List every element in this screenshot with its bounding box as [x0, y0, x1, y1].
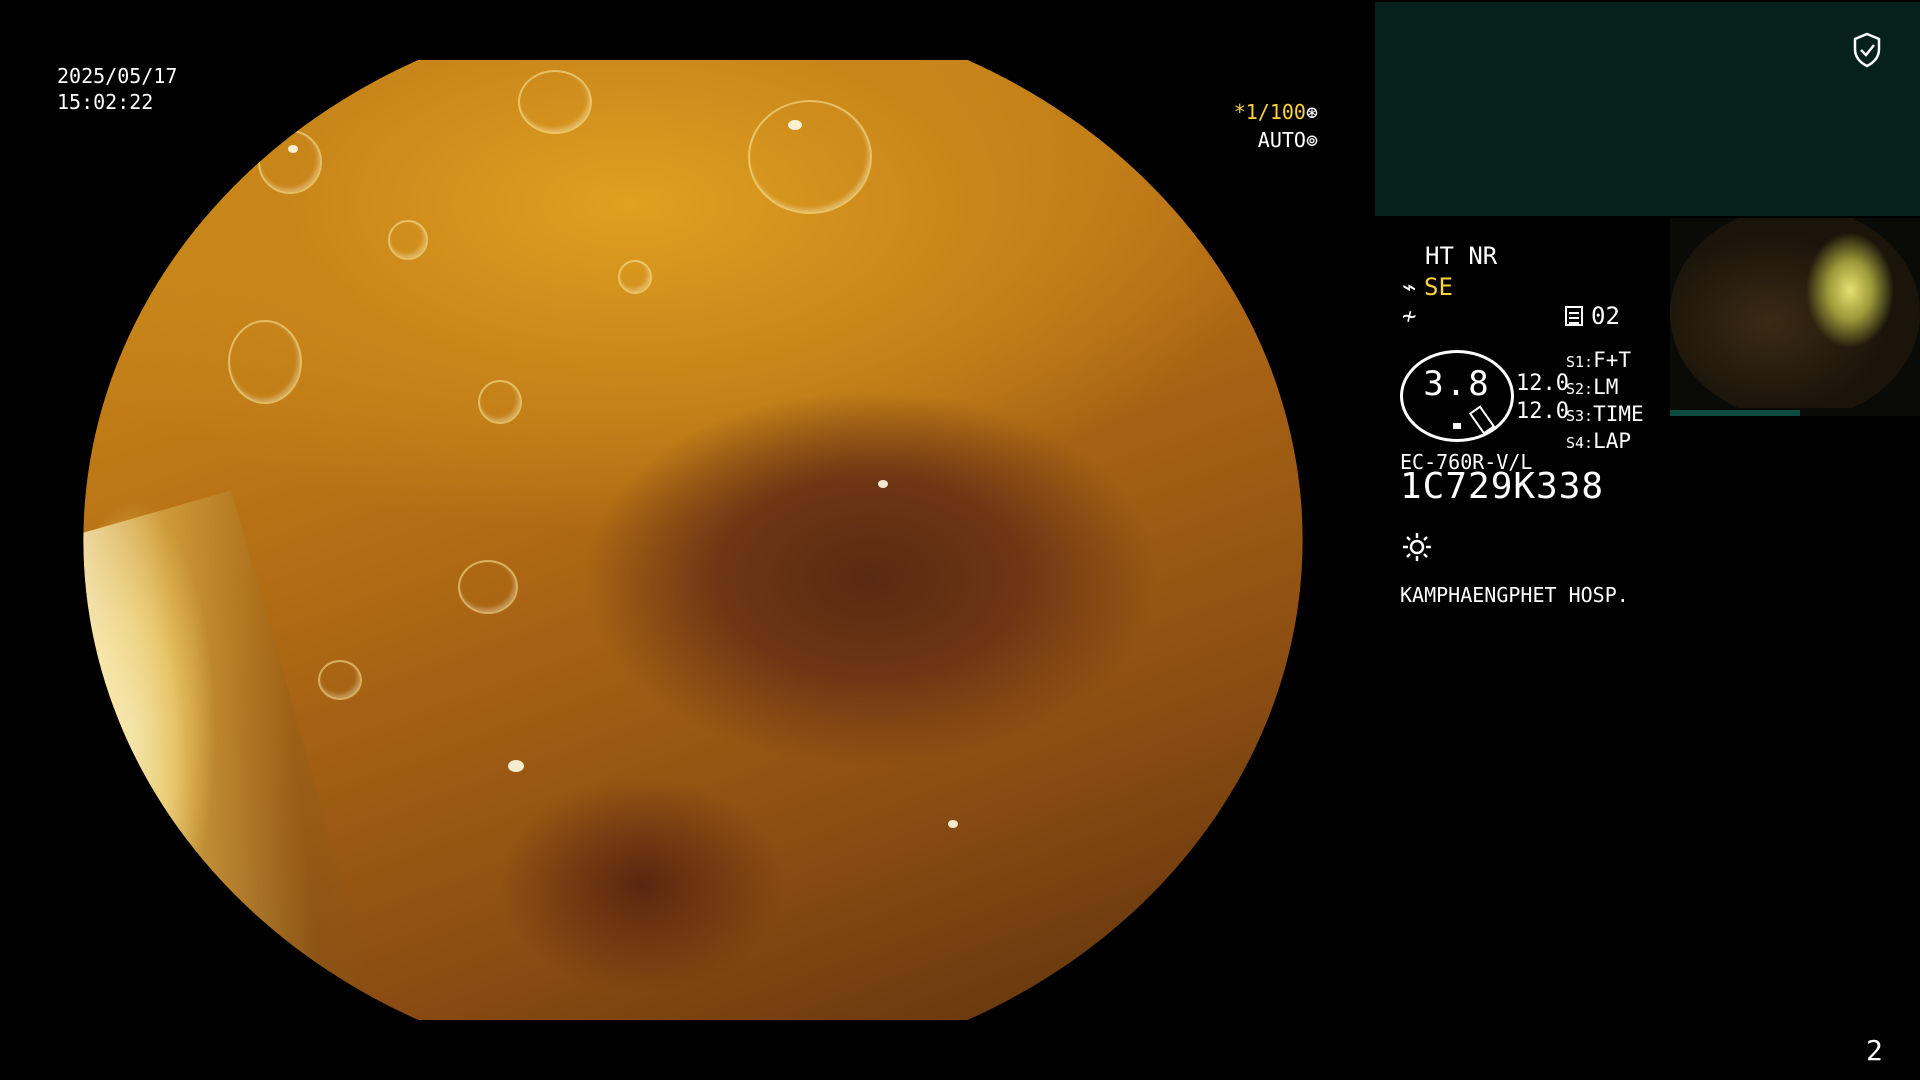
document-icon	[1565, 306, 1583, 326]
sun-icon	[1403, 533, 1431, 561]
value-1: 12.0	[1516, 371, 1569, 396]
structure-mode: SE	[1424, 273, 1453, 301]
time: 15:02:22	[57, 90, 154, 114]
values-column: 12.0 12.0	[1516, 370, 1569, 426]
bubble	[258, 130, 322, 194]
enhancement-mode: HT NR	[1425, 242, 1498, 270]
date: 2025/05/17	[57, 64, 178, 88]
glint	[508, 760, 524, 772]
scope-icon: ⌁	[1402, 273, 1417, 301]
page-number: 2	[1866, 1034, 1883, 1067]
glint	[878, 480, 888, 488]
datetime: 2025/05/17 15:02:22	[57, 63, 177, 115]
structure-mode-row: ⌁ SE	[1402, 274, 1453, 300]
switch-value: TIME	[1593, 402, 1644, 426]
glint	[948, 820, 958, 828]
wave-icon: ≁	[1402, 302, 1417, 330]
zoom-marker	[1453, 423, 1461, 429]
color-mode-row: 02	[1565, 303, 1620, 329]
switch-value: LM	[1593, 375, 1619, 399]
shield-check-icon	[1853, 32, 1881, 68]
bubble	[478, 380, 522, 424]
color-mode-number: 02	[1591, 302, 1620, 330]
zoom-indicator: 3.8	[1400, 350, 1514, 442]
switch-key: S3:	[1566, 407, 1594, 425]
bubble	[748, 100, 872, 214]
switch-value: LAP	[1593, 429, 1632, 453]
shutter-speed: *1/100	[1233, 100, 1306, 124]
switch-list: S1:F+T S2:LM S3:TIME S4:LAP	[1566, 348, 1644, 456]
scope-serial: 1C729K338	[1400, 466, 1605, 507]
hospital-name: KAMPHAENGPHET HOSP.	[1400, 583, 1629, 607]
switch-key: S4:	[1566, 434, 1594, 452]
thumbnail-view	[1670, 218, 1920, 408]
iris-icon: ⊚	[1305, 128, 1318, 152]
thumbnail-image[interactable]	[1670, 218, 1920, 416]
instrument-channel	[83, 490, 375, 1020]
value-2: 12.0	[1516, 399, 1569, 424]
glint	[288, 145, 298, 153]
zoom-value: 3.8	[1423, 364, 1491, 404]
switch-key: S1:	[1566, 353, 1594, 371]
bubble	[518, 70, 592, 134]
bubble	[318, 660, 362, 700]
switch-value: F+T	[1593, 348, 1632, 372]
glint	[788, 120, 802, 130]
iris-mode: AUTO	[1257, 128, 1306, 152]
tool-icon	[1468, 405, 1496, 435]
shutter-icon: ⊛	[1305, 100, 1318, 124]
bubble	[618, 260, 652, 294]
bubble	[388, 220, 428, 260]
exposure-block: *1/100⊛ AUTO⊚	[1228, 98, 1318, 154]
side-panel	[1375, 2, 1920, 216]
bubble	[458, 560, 518, 614]
bubble	[228, 320, 302, 404]
endoscope-view	[83, 60, 1303, 1020]
thumbnail-bar	[1670, 410, 1800, 416]
switch-key: S2:	[1566, 380, 1594, 398]
